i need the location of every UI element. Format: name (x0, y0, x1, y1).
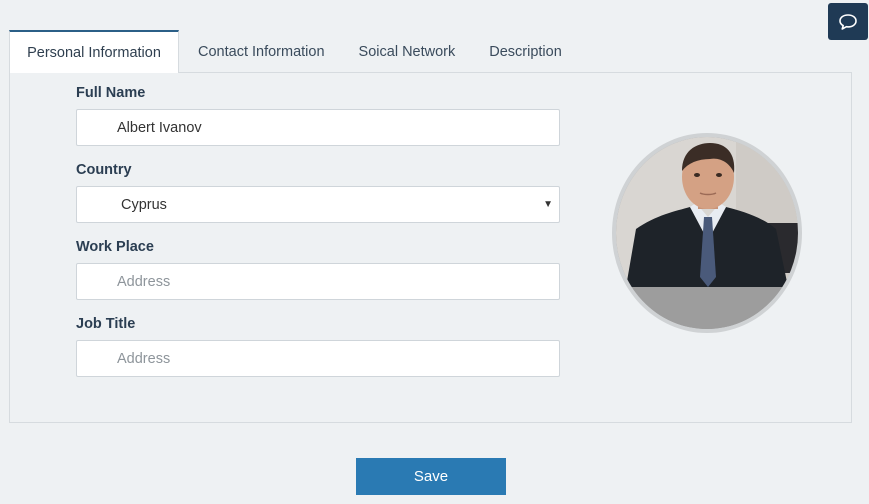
personal-information-panel: Full Name Country Cyprus ▼ Work Place Jo… (9, 72, 852, 423)
work-place-input[interactable] (117, 273, 559, 290)
tab-contact-information[interactable]: Contact Information (179, 30, 342, 73)
chat-bubble-icon (839, 13, 857, 30)
chat-button[interactable] (828, 3, 868, 40)
job-title-label: Job Title (76, 316, 136, 332)
work-place-field[interactable] (76, 263, 560, 300)
full-name-input[interactable] (117, 119, 559, 136)
work-place-label: Work Place (76, 239, 154, 255)
tab-social-network[interactable]: Soical Network (342, 30, 473, 73)
tab-personal-information[interactable]: Personal Information (9, 30, 179, 73)
caret-down-icon: ▼ (543, 199, 553, 210)
country-select[interactable]: Cyprus ▼ (76, 186, 560, 223)
job-title-input[interactable] (117, 350, 559, 367)
full-name-label: Full Name (76, 85, 146, 101)
tab-description[interactable]: Description (472, 30, 579, 73)
full-name-field[interactable] (76, 109, 560, 146)
country-label: Country (76, 162, 132, 178)
country-selected-value: Cyprus (121, 196, 167, 213)
tab-bar: Personal Information Contact Information… (9, 30, 579, 73)
profile-avatar[interactable] (612, 133, 802, 333)
job-title-field[interactable] (76, 340, 560, 377)
profile-photo (616, 137, 798, 329)
save-button[interactable]: Save (356, 458, 506, 495)
